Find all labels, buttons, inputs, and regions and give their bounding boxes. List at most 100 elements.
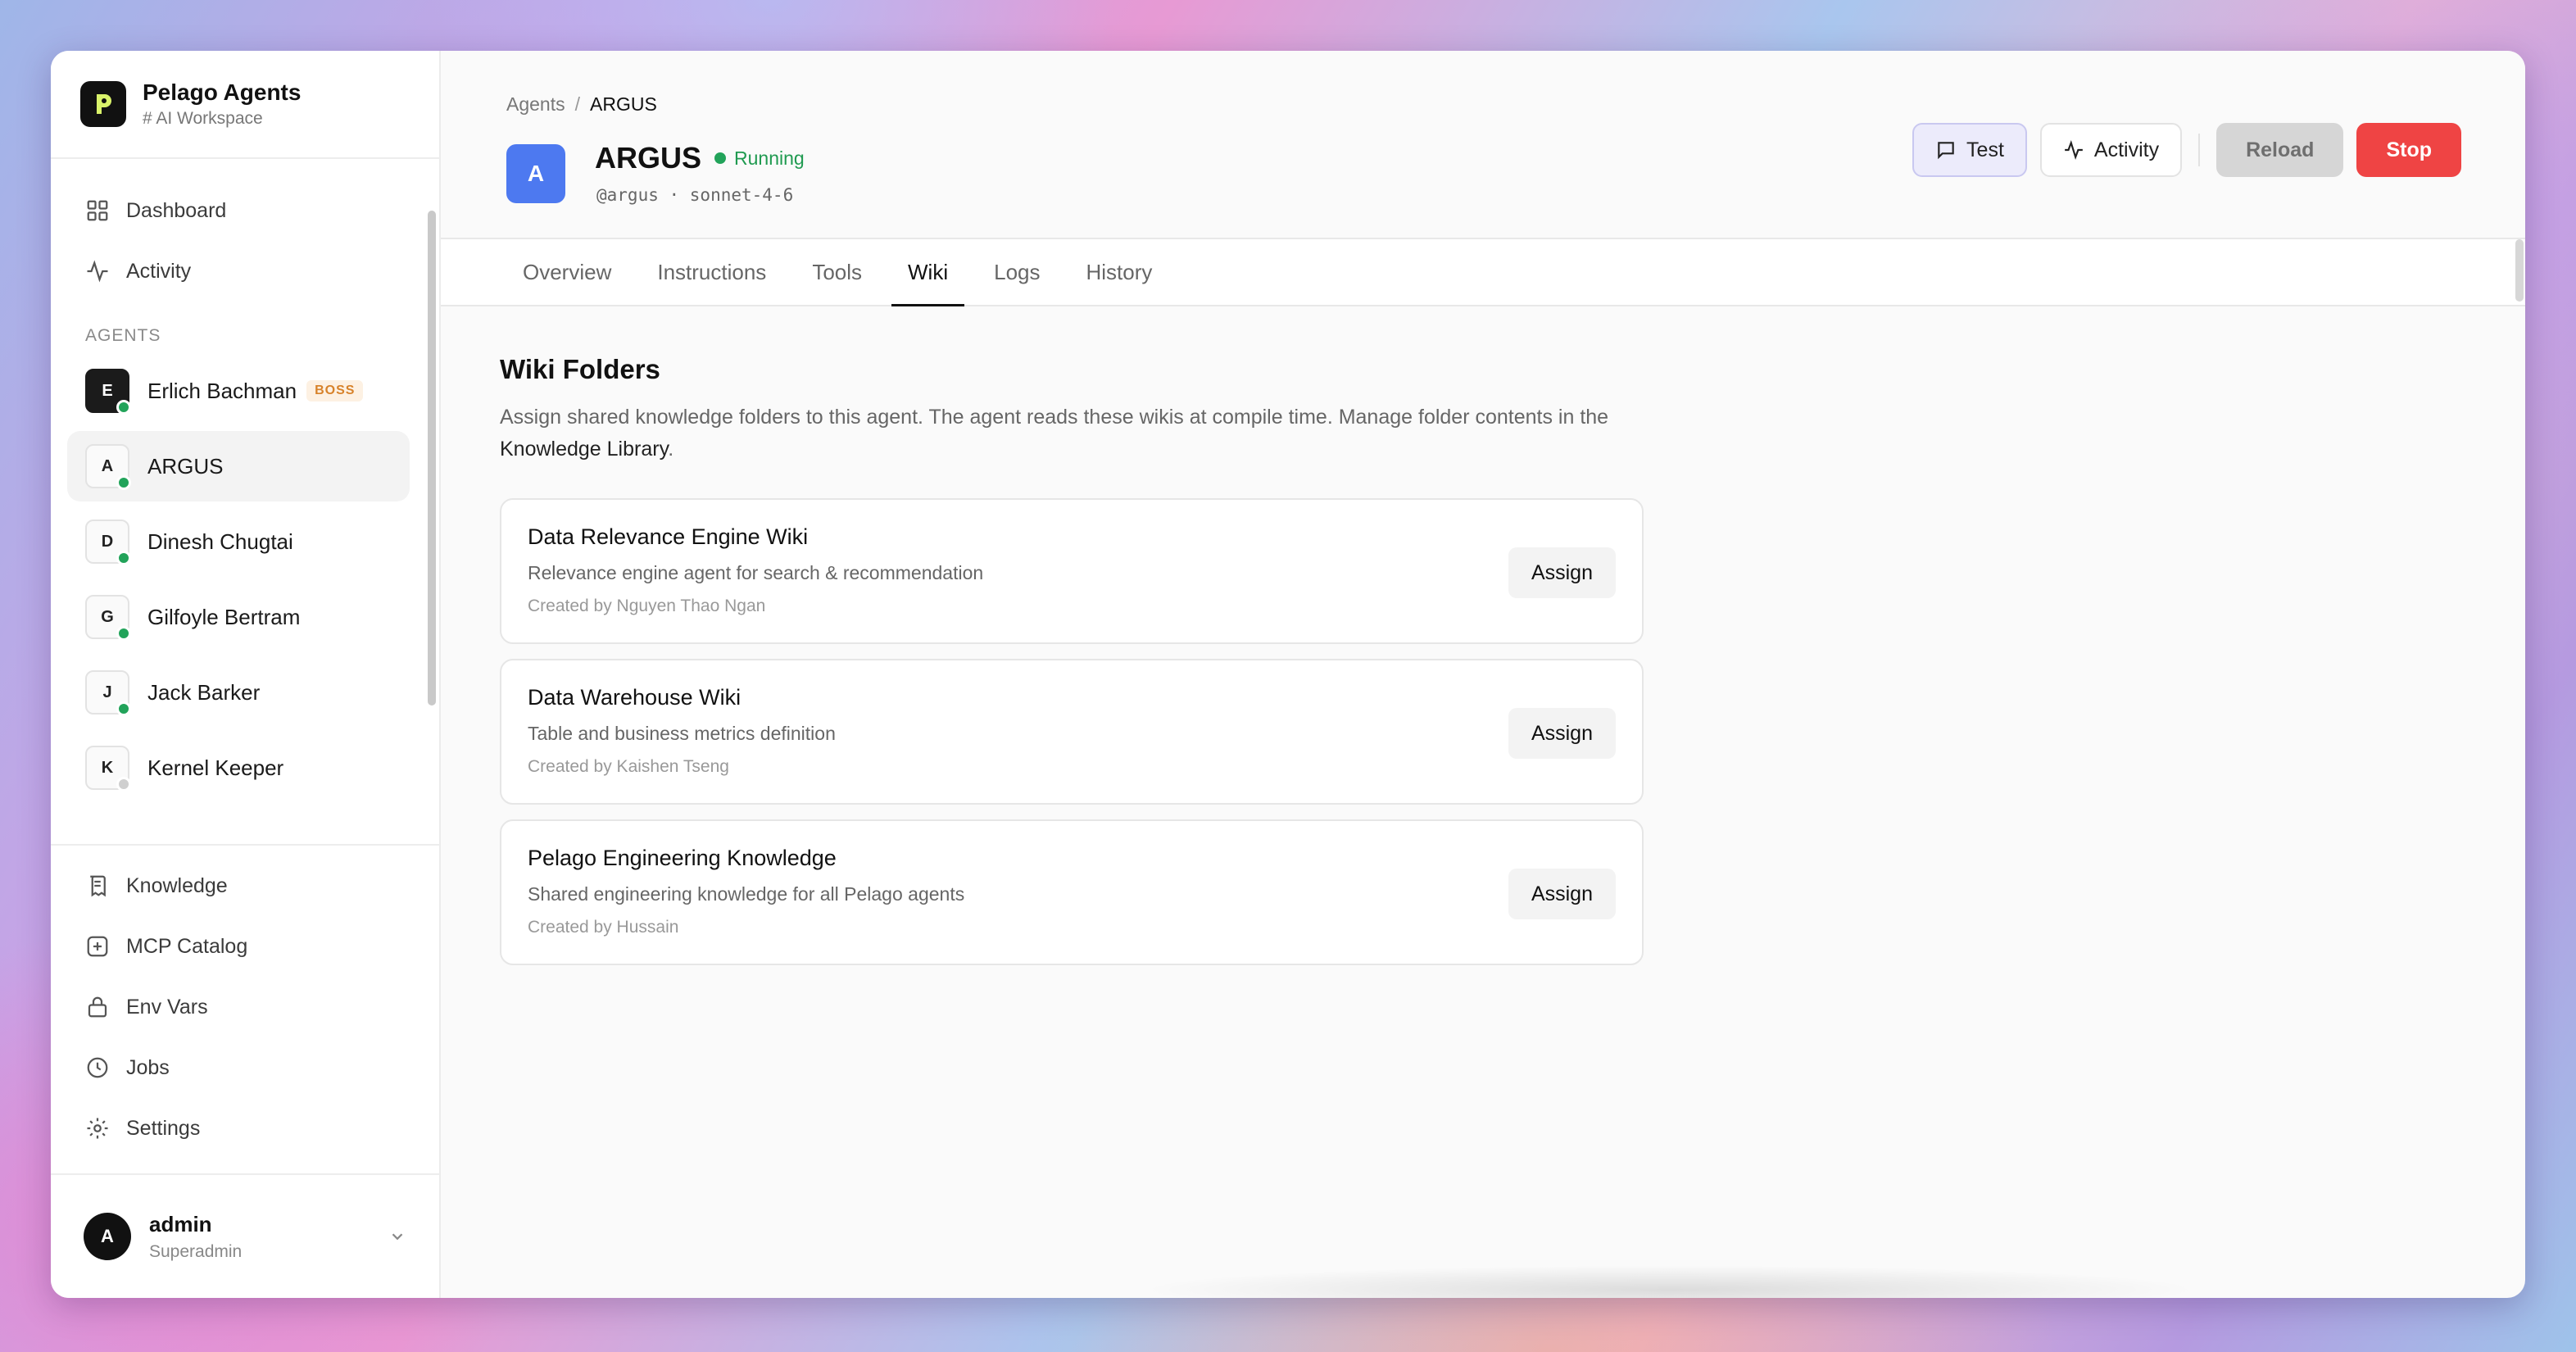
agent-name: Gilfoyle Bertram: [147, 604, 301, 629]
tab-logs[interactable]: Logs: [977, 239, 1056, 305]
activity-button[interactable]: Activity: [2039, 123, 2183, 177]
agent-item-jack-barker[interactable]: J Jack Barker: [67, 657, 410, 728]
sidebar-item-label: Jobs: [126, 1055, 170, 1079]
agent-item-dinesh-chugtai[interactable]: D Dinesh Chugtai: [67, 506, 410, 577]
pelago-logo-icon: [80, 81, 126, 127]
sidebar-item-jobs[interactable]: Jobs: [70, 1037, 420, 1098]
breadcrumb-current: ARGUS: [590, 93, 657, 115]
lock-icon: [88, 996, 107, 1018]
boss-badge: BOSS: [306, 380, 364, 402]
assign-button[interactable]: Assign: [1508, 708, 1616, 759]
folder-created-by: Created by Nguyen Thao Ngan: [528, 597, 766, 615]
tab-wiki[interactable]: Wiki: [891, 239, 965, 306]
agent-name: ARGUS: [147, 453, 224, 479]
sidebar-item-knowledge[interactable]: Knowledge: [70, 855, 420, 916]
wiki-panel: Wiki Folders Assign shared knowledge fol…: [441, 306, 2525, 965]
running-dot-icon: [714, 152, 727, 164]
folder-title: Pelago Engineering Knowledge: [528, 846, 837, 870]
brand-title: Pelago Agents: [143, 79, 302, 105]
assign-button[interactable]: Assign: [1508, 869, 1616, 919]
folder-description: Table and business metrics definition: [528, 723, 836, 744]
tab-tools[interactable]: Tools: [796, 239, 878, 305]
agents-section-label: AGENTS: [85, 326, 161, 345]
wiki-folder-card: Data Relevance Engine Wiki Relevance eng…: [500, 498, 1644, 644]
agent-item-kernel-keeper[interactable]: K Kernel Keeper: [67, 733, 410, 803]
avatar: D: [85, 519, 131, 565]
book-icon: [90, 875, 106, 897]
sidebar-item-env-vars[interactable]: Env Vars: [70, 977, 420, 1037]
chevron-down-icon[interactable]: [388, 1227, 406, 1245]
decorative-shadow: [1137, 1265, 2202, 1298]
tab-bar: Overview Instructions Tools Wiki Logs Hi…: [441, 238, 2525, 306]
sidebar-item-activity[interactable]: Activity: [70, 241, 420, 302]
knowledge-library-link[interactable]: Knowledge Library: [500, 438, 668, 460]
status-online-dot: [116, 626, 131, 641]
agent-item-argus[interactable]: A ARGUS: [67, 431, 410, 501]
folder-description: Relevance engine agent for search & reco…: [528, 562, 984, 583]
user-role: Superadmin: [149, 1241, 243, 1261]
gear-icon: [87, 1118, 108, 1139]
agent-name: Kernel Keeper: [147, 755, 284, 780]
user-menu[interactable]: A admin Superadmin: [51, 1173, 439, 1298]
sidebar-item-label: Settings: [126, 1116, 201, 1140]
agent-header: Agents / ARGUS A ARGUS Running @argus · so…: [441, 51, 2525, 238]
sidebar-item-label: MCP Catalog: [126, 934, 248, 958]
folder-created-by: Created by Kaishen Tseng: [528, 757, 729, 776]
app-window: Pelago Agents # AI Workspace Dashboard A…: [51, 51, 2525, 1298]
agent-list[interactable]: E Erlich Bachman BOSS A ARGUS D Dinesh C…: [51, 356, 439, 844]
avatar: E: [85, 369, 131, 415]
agent-name: Erlich Bachman: [147, 378, 297, 403]
tab-history[interactable]: History: [1070, 239, 1169, 305]
sidebar-scrollbar[interactable]: [428, 211, 436, 705]
stop-button[interactable]: Stop: [2356, 123, 2461, 177]
status-online-dot: [116, 475, 131, 490]
tab-overview[interactable]: Overview: [506, 239, 628, 305]
sidebar: Pelago Agents # AI Workspace Dashboard A…: [51, 51, 441, 1298]
sidebar-item-label: Knowledge: [126, 873, 228, 897]
avatar: G: [85, 595, 131, 641]
sidebar-item-mcp-catalog[interactable]: MCP Catalog: [70, 916, 420, 977]
sidebar-item-label: Dashboard: [126, 198, 227, 222]
sidebar-item-label: Activity: [126, 259, 192, 283]
agent-item-erlich-bachman[interactable]: E Erlich Bachman BOSS: [67, 356, 410, 426]
dashboard-icon: [87, 200, 108, 221]
avatar: K: [85, 746, 131, 792]
brand-subtitle: # AI Workspace: [143, 109, 263, 128]
folder-title: Data Relevance Engine Wiki: [528, 524, 809, 549]
breadcrumb-agents-link[interactable]: Agents: [506, 93, 565, 115]
folder-description: Shared engineering knowledge for all Pel…: [528, 883, 965, 905]
test-button[interactable]: Test: [1912, 123, 2027, 177]
wiki-folder-card: Pelago Engineering Knowledge Shared engi…: [500, 819, 1644, 965]
sidebar-item-settings[interactable]: Settings: [70, 1098, 420, 1159]
chat-icon: [1938, 142, 1954, 160]
section-description: Assign shared knowledge folders to this …: [500, 406, 1609, 460]
agent-meta: @argus · sonnet-4-6: [596, 185, 794, 205]
plus-square-icon: [87, 936, 108, 957]
avatar: A: [85, 444, 131, 490]
assign-button[interactable]: Assign: [1508, 547, 1616, 598]
nav-top: Dashboard Activity: [51, 159, 439, 302]
brand-header[interactable]: Pelago Agents # AI Workspace: [51, 51, 439, 159]
activity-icon: [2065, 139, 2083, 161]
agent-avatar: A: [506, 144, 565, 203]
header-actions: Test Activity Reload Stop: [1912, 123, 2461, 177]
tab-instructions[interactable]: Instructions: [641, 239, 782, 305]
status-online-dot: [116, 551, 131, 565]
status-online-dot: [116, 400, 131, 415]
sidebar-item-dashboard[interactable]: Dashboard: [70, 180, 420, 241]
clock-icon: [87, 1057, 108, 1078]
agent-name: Dinesh Chugtai: [147, 529, 293, 554]
wiki-folder-list: Data Relevance Engine Wiki Relevance eng…: [500, 498, 1644, 965]
sidebar-item-label: Env Vars: [126, 995, 208, 1019]
nav-bottom: Knowledge MCP Catalog Env Vars Jobs Sett…: [51, 844, 439, 1168]
folder-title: Data Warehouse Wiki: [528, 685, 742, 710]
status-online-dot: [116, 701, 131, 716]
agent-item-gilfoyle-bertram[interactable]: G Gilfoyle Bertram: [67, 582, 410, 652]
divider: [2198, 134, 2201, 166]
status-badge: Running: [714, 147, 805, 170]
page-title: ARGUS Running: [595, 141, 805, 175]
folder-created-by: Created by Hussain: [528, 918, 679, 937]
section-title: Wiki Folders: [500, 354, 660, 384]
reload-button[interactable]: Reload: [2216, 123, 2344, 177]
content-scrollbar[interactable]: [2515, 239, 2524, 302]
